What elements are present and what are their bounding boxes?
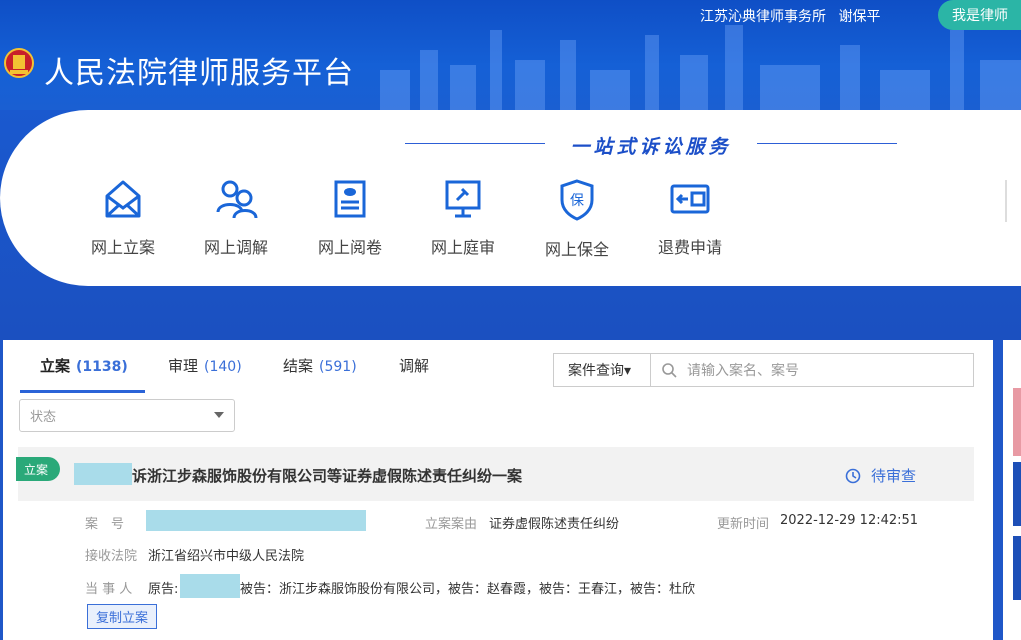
gavel-screen-icon (445, 180, 481, 218)
tab-label: 立案 (40, 357, 71, 375)
header-bar: 人民法院律师服务平台 江苏沁典律师事务所 谢保平 我是律师 (0, 0, 1021, 110)
service-label: 网上立案 (90, 238, 155, 257)
service-label: 退费申请 (657, 238, 722, 257)
cause-value: 证券虚假陈述责任纠纷 (489, 517, 620, 532)
services-heading: 一站式诉讼服务 (405, 132, 897, 158)
status-filter-select[interactable]: 状态 (19, 399, 235, 432)
side-strip-pink (1013, 388, 1021, 456)
service-label: 网上庭审 (430, 238, 495, 257)
vertical-divider (1005, 180, 1007, 222)
cause-label: 立案案由 (425, 517, 478, 532)
court-emblem-icon (4, 48, 34, 78)
redacted-plaintiff (180, 574, 240, 598)
service-online-mediation[interactable]: 网上调解 (191, 178, 281, 258)
refund-card-icon (670, 184, 710, 214)
case-status-badge: 立案 (16, 457, 60, 481)
tab-count: (591) (319, 359, 357, 375)
updated-value: 2022-12-29 12:42:51 (780, 513, 919, 528)
service-label: 网上阅卷 (317, 238, 382, 257)
tab-mediation[interactable]: 调解 (399, 355, 429, 376)
service-online-review[interactable]: 网上阅卷 (305, 178, 395, 258)
clock-icon (845, 468, 861, 483)
heading-line-right (757, 143, 897, 144)
tab-filing[interactable]: 立案 (1138) (40, 355, 128, 376)
page-title: 人民法院律师服务平台 (44, 56, 354, 91)
search-type-dropdown[interactable]: 案件查询▾ (553, 353, 651, 387)
service-online-preservation[interactable]: 保 网上保全 (532, 178, 622, 260)
shield-glyph: 保 (570, 193, 584, 209)
tab-trial[interactable]: 审理 (140) (168, 355, 242, 376)
user-info: 江苏沁典律师事务所 谢保平 (700, 6, 880, 26)
envelope-icon (105, 180, 141, 218)
services-title: 一站式诉讼服务 (570, 136, 732, 158)
search-input[interactable]: 请输入案名、案号 (650, 353, 974, 387)
case-number-label: 案 号 (85, 517, 125, 532)
court-value: 浙江省绍兴市中级人民法院 (148, 549, 305, 564)
service-refund-request[interactable]: 退费申请 (645, 178, 735, 258)
court-label: 接收法院 (85, 549, 138, 564)
side-strip-blue-1 (1013, 462, 1021, 526)
service-online-filing[interactable]: 网上立案 (78, 178, 168, 258)
updated-label: 更新时间 (717, 517, 770, 532)
people-icon (216, 180, 258, 219)
party-label: 当 事 人 (85, 582, 133, 597)
case-title[interactable]: 诉浙江步森服饰股份有限公司等证券虚假陈述责任纠纷一案 (132, 465, 522, 486)
tab-label: 结案 (283, 357, 314, 375)
service-label: 网上保全 (544, 240, 609, 259)
firm-name: 江苏沁典律师事务所 (700, 9, 826, 25)
tab-count: (140) (204, 359, 242, 375)
redacted-plaintiff-name (74, 463, 132, 485)
chevron-down-icon (214, 412, 224, 418)
parties-value: 被告：浙江步森服饰股份有限公司，被告：赵春霞，被告：王春江，被告：杜欣 (240, 582, 696, 597)
plaintiff-prefix: 原告: (148, 582, 179, 597)
document-icon (334, 180, 366, 218)
tab-count: (1138) (76, 359, 128, 375)
service-online-hearing[interactable]: 网上庭审 (418, 178, 508, 258)
role-switch-button[interactable]: 我是律师 (938, 0, 1021, 30)
status-text: 待审查 (871, 467, 917, 485)
active-tab-indicator (20, 390, 145, 393)
shield-icon: 保 (560, 179, 594, 221)
search-placeholder: 请输入案名、案号 (687, 363, 799, 379)
user-name[interactable]: 谢保平 (838, 9, 880, 25)
redacted-case-number (146, 510, 366, 531)
copy-filing-button[interactable]: 复制立案 (87, 604, 157, 629)
service-label: 网上调解 (203, 238, 268, 257)
tab-label: 审理 (168, 357, 199, 375)
side-strip-blue-2 (1013, 536, 1021, 600)
case-review-status: 待审查 (845, 465, 916, 486)
heading-line-left (405, 143, 545, 144)
status-placeholder: 状态 (30, 410, 57, 425)
search-icon (662, 363, 677, 378)
tab-closed[interactable]: 结案 (591) (283, 355, 357, 376)
tab-label: 调解 (399, 357, 430, 375)
